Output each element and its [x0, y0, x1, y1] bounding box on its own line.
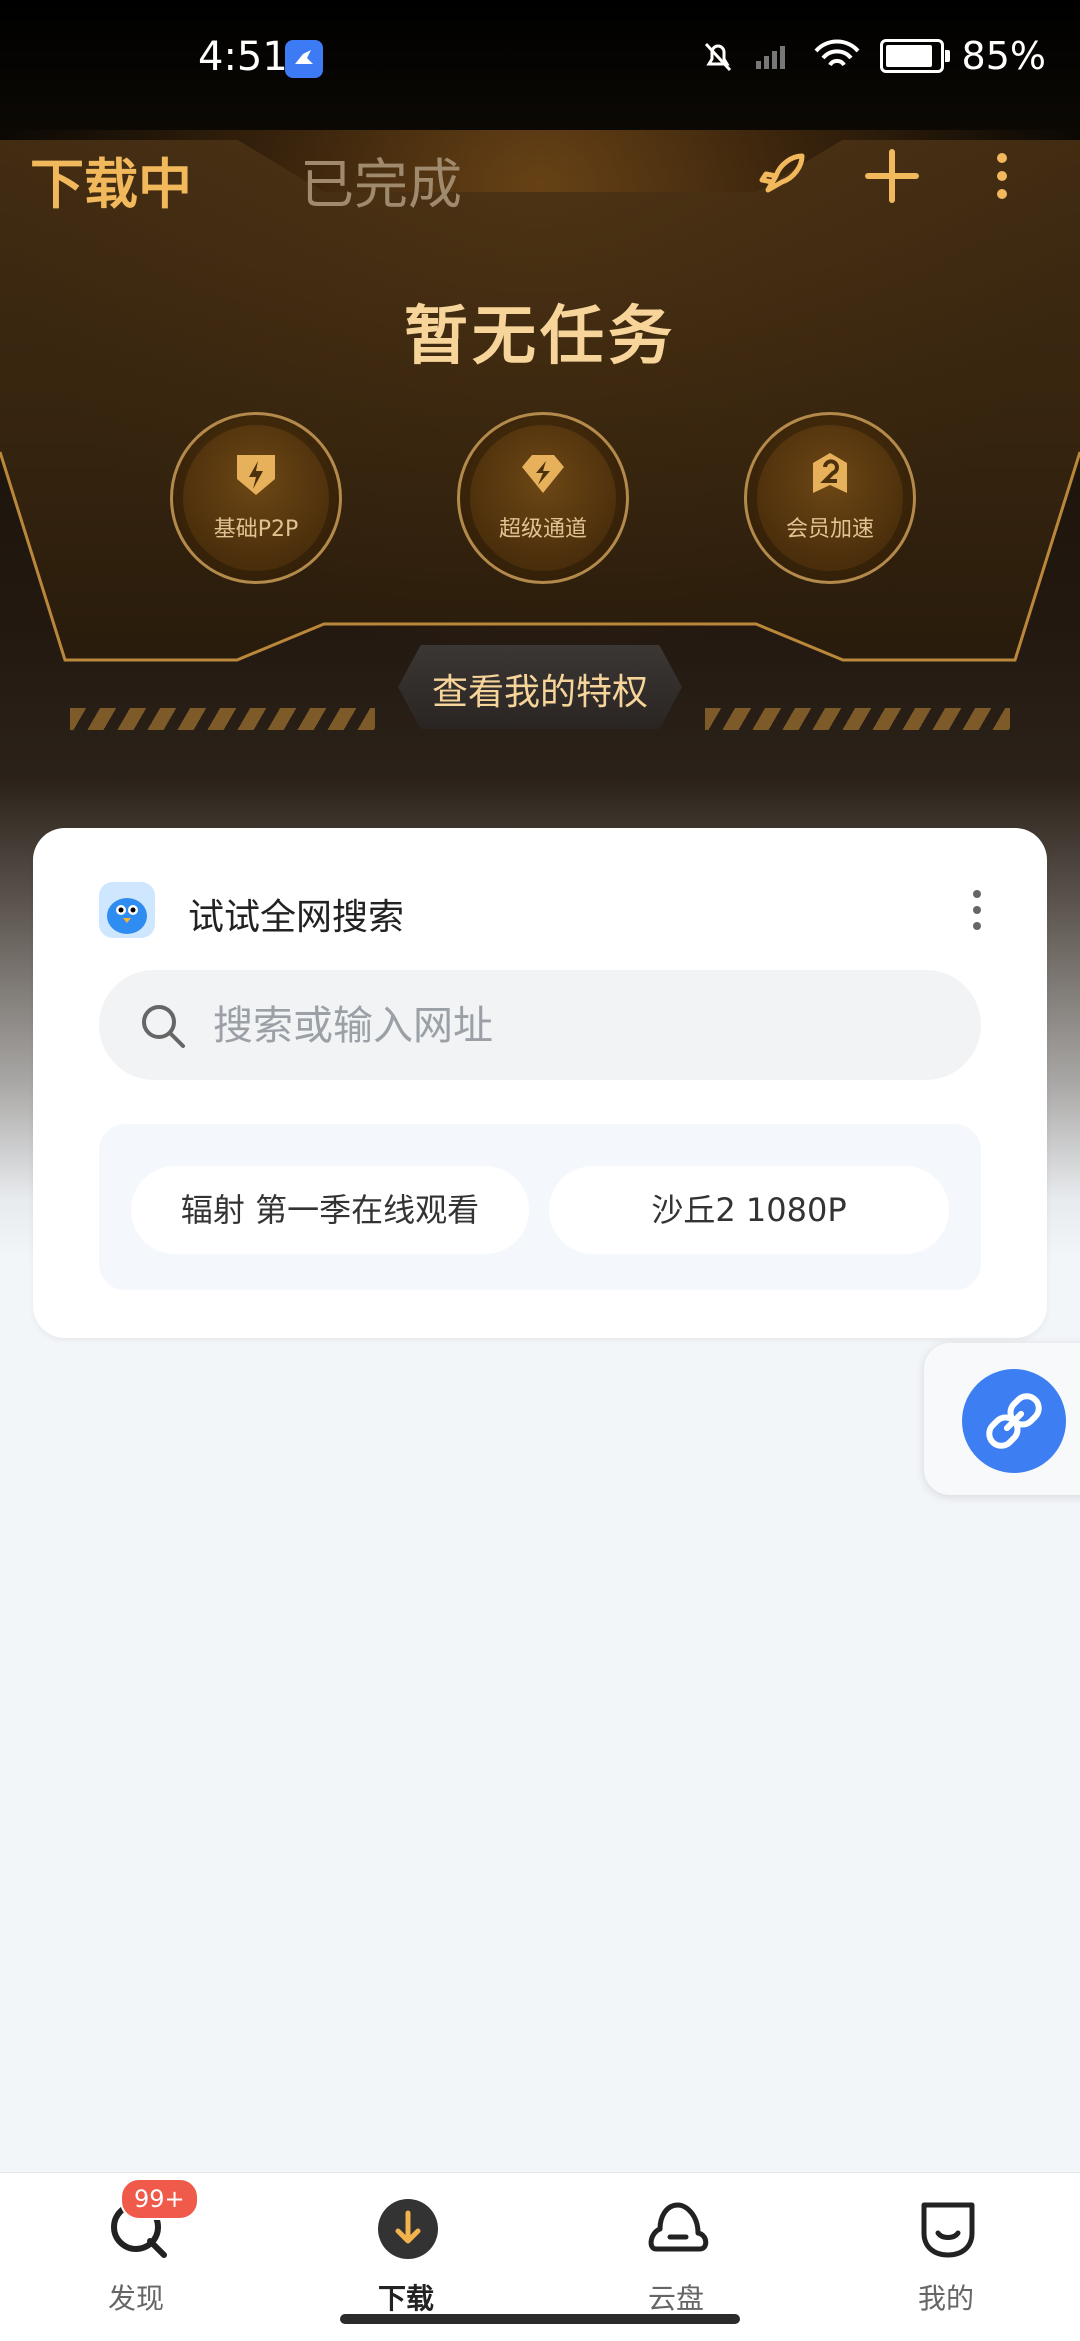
plus-icon[interactable]	[862, 146, 922, 206]
search-box[interactable]	[99, 970, 981, 1080]
battery-icon	[879, 39, 950, 73]
nav-label: 发现	[107, 2282, 164, 2315]
nav-cloud[interactable]: 云盘	[586, 2187, 766, 2327]
decor-stripes-left	[70, 708, 375, 730]
nav-download[interactable]: 下载	[316, 2187, 496, 2327]
signal-icon	[755, 46, 785, 69]
top-nav: 下载中 已完成	[0, 140, 1080, 220]
suggestions-area: 辐射 第一季在线观看 沙丘2 1080P	[99, 1124, 981, 1290]
tab-downloading[interactable]: 下载中	[30, 140, 192, 219]
notification-count-badge: 99+	[120, 2178, 199, 2220]
feature-basic-p2p[interactable]: 基础P2P	[170, 412, 342, 584]
search-icon	[142, 1005, 185, 1048]
battery-percent: 85%	[961, 34, 1046, 78]
download-icon	[378, 2199, 438, 2259]
more-vertical-icon[interactable]	[972, 146, 1032, 206]
suggestion-chip[interactable]: 辐射 第一季在线观看	[131, 1166, 529, 1254]
status-time: 4:51	[198, 34, 288, 80]
feature-label: 会员加速	[785, 517, 874, 542]
feature-label: 超级通道	[498, 517, 587, 542]
super-channel-icon	[522, 455, 564, 493]
status-bar: 4:51 85%	[0, 0, 1080, 120]
feature-label: 基础P2P	[213, 517, 299, 542]
empty-state-headline: 暂无任务	[404, 300, 676, 374]
view-privileges-label: 查看我的特权	[431, 672, 648, 713]
nav-label: 下载	[377, 2282, 434, 2315]
search-input[interactable]	[211, 990, 915, 1062]
status-right: 85%	[700, 34, 1046, 78]
profile-icon	[921, 2202, 975, 2258]
search-card: 试试全网搜索 辐射 第一季在线观看 沙丘2 1080P	[33, 828, 1047, 1338]
view-privileges-button[interactable]: 查看我的特权	[398, 645, 682, 729]
decor-stripes-right	[705, 708, 1010, 730]
feature-member-speed[interactable]: 会员加速	[744, 412, 916, 584]
nav-profile[interactable]: 我的	[856, 2187, 1036, 2327]
wifi-icon	[814, 39, 860, 67]
app-notification-icon	[285, 40, 323, 78]
tab-completed[interactable]: 已完成	[300, 140, 462, 219]
floating-link-panel	[924, 1343, 1080, 1495]
suggestion-chip[interactable]: 沙丘2 1080P	[549, 1166, 949, 1254]
rocket-icon[interactable]	[752, 146, 812, 206]
p2p-shield-icon	[237, 455, 275, 495]
link-icon	[986, 1393, 1042, 1449]
cloud-icon	[648, 2202, 709, 2252]
home-indicator	[340, 2314, 740, 2324]
mute-bell-icon	[704, 42, 731, 72]
card-more-icon[interactable]	[971, 888, 983, 932]
nav-label: 我的	[917, 2282, 974, 2315]
member-speed-icon	[813, 453, 847, 493]
add-link-button[interactable]	[962, 1369, 1066, 1473]
card-title: 试试全网搜索	[188, 897, 405, 938]
nav-label: 云盘	[647, 2282, 704, 2315]
bird-logo-icon	[99, 882, 155, 938]
feature-super-channel[interactable]: 超级通道	[457, 412, 629, 584]
